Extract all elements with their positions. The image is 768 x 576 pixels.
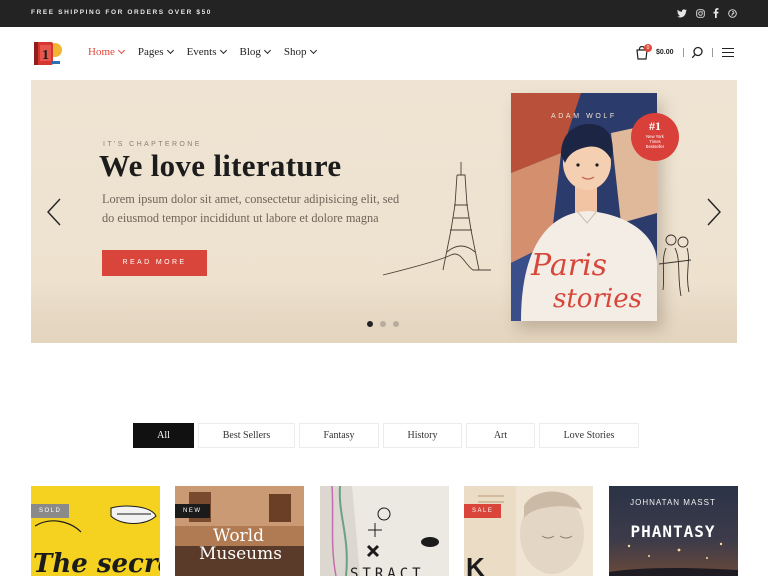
- product-5-cover-author: JOHNATAN MASST: [630, 498, 716, 507]
- shipping-announcement: FREE SHIPPING FOR ORDERS OVER $50: [31, 9, 213, 16]
- slider-next-arrow-icon[interactable]: [706, 198, 722, 226]
- chevron-down-icon: [263, 46, 271, 55]
- badge-number: #1: [649, 119, 661, 133]
- product-2-cover-text-2: Museums: [199, 544, 282, 564]
- nav-pages-label: Pages: [137, 46, 164, 58]
- book-title-line2: stories: [553, 284, 642, 314]
- product-1-cover-text: The secrets: [33, 549, 160, 576]
- nav-shop-label: Shop: [283, 46, 307, 58]
- facebook-icon[interactable]: [710, 7, 722, 19]
- nav-blog[interactable]: Blog: [239, 46, 271, 58]
- tab-fantasy[interactable]: Fantasy: [299, 423, 379, 448]
- twitter-icon[interactable]: [676, 7, 688, 19]
- hero-slider: IT'S CHAPTERONE We love literature Lorem…: [31, 80, 737, 343]
- hero-text: Lorem ipsum dolor sit amet, consectetur …: [102, 192, 400, 225]
- divider: [712, 48, 713, 57]
- hero-title: We love literature: [99, 148, 342, 183]
- product-4-label: SALE: [464, 504, 502, 518]
- tab-art[interactable]: Art: [466, 423, 535, 448]
- slider-prev-arrow-icon[interactable]: [46, 198, 62, 226]
- tab-all[interactable]: All: [133, 423, 194, 448]
- product-card-5[interactable]: JOHNATAN MASST PHANTASY: [609, 486, 738, 576]
- site-header: 1 Home Pages Events Blog Shop 0 $0.00: [0, 27, 768, 80]
- nav-blog-label: Blog: [239, 46, 261, 58]
- chevron-down-icon: [117, 46, 125, 55]
- couple-illustration: [651, 230, 701, 300]
- category-filter-tabs: All Best Sellers Fantasy History Art Lov…: [133, 423, 639, 448]
- product-2-cover-text-1: World: [213, 526, 264, 546]
- nav-home-label: Home: [88, 46, 115, 58]
- instagram-icon[interactable]: [694, 7, 706, 19]
- slider-dots: [367, 321, 399, 327]
- product-1-label: SOLD: [31, 504, 70, 518]
- book-author: ADAM WOLF: [551, 113, 617, 120]
- bestseller-badge: #1 New York Times Bestseller: [631, 113, 679, 161]
- nav-pages[interactable]: Pages: [137, 46, 174, 58]
- chevron-down-icon: [166, 46, 174, 55]
- product-card-4[interactable]: K SALE: [464, 486, 593, 576]
- slider-dot-2[interactable]: [380, 321, 386, 327]
- eiffel-tower-illustration: [381, 160, 501, 280]
- read-more-button[interactable]: READ MORE: [102, 250, 207, 276]
- tab-love-stories[interactable]: Love Stories: [539, 423, 639, 448]
- product-card-1[interactable]: The secrets SOLD: [31, 486, 160, 576]
- main-nav: Home Pages Events Blog Shop: [88, 46, 330, 58]
- hamburger-menu-icon[interactable]: [722, 48, 734, 58]
- cart-count-badge: 0: [644, 44, 652, 52]
- nav-events[interactable]: Events: [186, 46, 227, 58]
- search-icon[interactable]: [691, 46, 704, 59]
- nav-shop[interactable]: Shop: [283, 46, 317, 58]
- nav-events-label: Events: [186, 46, 217, 58]
- divider: [683, 48, 684, 57]
- chevron-down-icon: [309, 46, 317, 55]
- book-title-line1: Paris: [530, 248, 607, 283]
- product-card-2[interactable]: World Museums NEW: [175, 486, 304, 576]
- tab-best-sellers[interactable]: Best Sellers: [198, 423, 295, 448]
- product-5-cover-text: PHANTASY: [630, 522, 715, 541]
- chevron-down-icon: [219, 46, 227, 55]
- tab-history[interactable]: History: [383, 423, 462, 448]
- slider-dot-3[interactable]: [393, 321, 399, 327]
- top-bar: FREE SHIPPING FOR ORDERS OVER $50: [0, 0, 768, 27]
- cart-total[interactable]: $0.00: [656, 49, 674, 56]
- product-card-3[interactable]: STRACT: [320, 486, 449, 576]
- badge-line-3: Bestseller: [645, 144, 665, 149]
- product-4-cover-text: K: [466, 552, 485, 576]
- product-2-label: NEW: [175, 504, 210, 518]
- svg-text:1: 1: [42, 48, 49, 63]
- book-logo-icon[interactable]: 1: [31, 39, 63, 67]
- hero-eyebrow: IT'S CHAPTERONE: [103, 141, 202, 148]
- pinterest-icon[interactable]: [726, 7, 738, 19]
- product-3-cover-text: STRACT: [350, 566, 425, 576]
- nav-home[interactable]: Home: [88, 46, 125, 58]
- slider-dot-1[interactable]: [367, 321, 373, 327]
